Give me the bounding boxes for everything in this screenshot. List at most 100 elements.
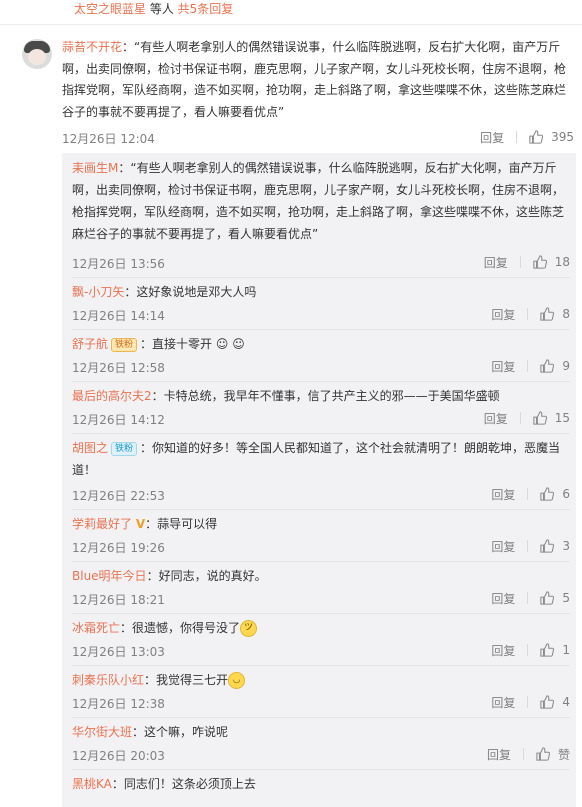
comment-time: 12月26日 12:04 (62, 132, 155, 146)
reply-time: 12月26日 12:58 (72, 361, 165, 375)
avatar-face (28, 49, 46, 65)
reply-button[interactable]: 回复 (491, 694, 515, 711)
reply-actions: 回复 4 (491, 692, 570, 712)
action-separator (519, 412, 521, 424)
divider (72, 561, 570, 562)
reply-body: 华尔街大班：这个嘛，咋说呢 (72, 721, 570, 743)
reply-body: Blue明年今日：好同志，说的真好。 (72, 565, 570, 587)
reply-button[interactable]: 回复 (484, 254, 508, 271)
reply-username[interactable]: 胡图之 (72, 441, 108, 455)
reply-button[interactable]: 回复 (480, 129, 504, 146)
reply-button[interactable]: 回复 (491, 642, 515, 659)
like-button[interactable]: 1 (540, 643, 570, 657)
like-count: 4 (562, 695, 570, 709)
reply-button[interactable]: 回复 (491, 306, 515, 323)
thumbs-up-icon (533, 411, 547, 425)
view-all-replies-link[interactable]: 共5条回复 (178, 2, 234, 16)
reply-body: 学莉最好了 V：蒜导可以得 (72, 513, 570, 535)
like-count: 9 (562, 359, 570, 373)
reply-time: 12月26日 14:12 (72, 413, 165, 427)
reply-time: 12月26日 19:26 (72, 541, 165, 555)
reply-meta: 12月26日 22:53 回复 6 (72, 484, 570, 504)
reply-user-link[interactable]: 太空之眼蓝星 (74, 2, 146, 16)
reply-text: ：蒜导可以得 (145, 517, 218, 531)
comment-meta: 12月26日 12:04 回复 395 (62, 127, 574, 147)
like-button[interactable]: 赞 (536, 746, 570, 763)
action-separator (516, 131, 518, 143)
reply-button[interactable]: 回复 (487, 746, 511, 763)
action-separator (527, 540, 529, 552)
reply-username[interactable]: 黑桃KA (72, 777, 112, 791)
reply-username[interactable]: Blue明年今日 (72, 569, 147, 583)
reply-body: 黑桃KA：同志们！这条必须顶上去 (72, 773, 570, 795)
reply-actions: 回复 18 (484, 252, 570, 272)
like-button[interactable]: 6 (540, 487, 570, 501)
like-count: 6 (562, 487, 570, 501)
reply-actions: 回复 1 (491, 640, 570, 660)
avatar[interactable] (22, 39, 52, 69)
thumbs-up-icon (533, 255, 547, 269)
fan-badge[interactable]: 铁粉 (111, 441, 138, 456)
reply-item: 胡图之 铁粉 ：你知道的好多！等全国人民都知道了，这个社会就清明了！朗朗乾坤，恶魔当… (72, 437, 570, 503)
like-count: 赞 (557, 747, 570, 762)
divider (72, 509, 570, 510)
reply-username[interactable]: 最后的高尔夫2 (72, 389, 152, 403)
like-button[interactable]: 8 (540, 307, 570, 321)
divider (72, 329, 570, 330)
like-count: 395 (551, 130, 574, 144)
reply-meta: 12月26日 13:56 回复 18 (72, 252, 570, 272)
reply-item: 黑桃KA：同志们！这条必须顶上去 (72, 773, 570, 795)
like-count: 3 (562, 539, 570, 553)
collapsed-replies-summary: 太空之眼蓝星 等人 共5条回复 (74, 2, 233, 16)
reply-item: 冰霜死亡：很遗憾，你得号没了ツ 12月26日 13:03 回复 1 (72, 617, 570, 659)
comment-body: 蒜苔不开花：“有些人啊老拿别人的偶然错误说事，什么临阵脱逃啊，反右扩大化啊，亩产… (62, 37, 574, 123)
reply-text: ：你知道的好多！等全国人民都知道了，这个社会就清明了！朗朗乾坤，恶魔当道！ (72, 441, 561, 477)
action-separator (527, 488, 529, 500)
reply-meta: 12月26日 14:14 回复 8 (72, 304, 570, 324)
reply-button[interactable]: 回复 (491, 358, 515, 375)
like-button[interactable]: 3 (540, 539, 570, 553)
divider (72, 769, 570, 770)
thumbs-up-icon (529, 130, 544, 144)
reply-item: 耒画生M：“有些人啊老拿别人的偶然错误说事，什么临阵脱逃啊，反右扩大化啊，亩产万… (72, 157, 570, 271)
like-button[interactable]: 15 (533, 411, 570, 425)
reply-item: 学莉最好了 V：蒜导可以得 12月26日 19:26 回复 3 (72, 513, 570, 555)
like-button[interactable]: 395 (529, 130, 574, 144)
reply-actions: 回复 赞 (487, 744, 570, 764)
reply-actions: 回复 15 (484, 408, 570, 428)
reply-meta: 12月26日 13:03 回复 1 (72, 640, 570, 660)
reply-username[interactable]: 耒画生M (72, 161, 118, 175)
divider (72, 381, 570, 382)
reply-username[interactable]: 学莉最好了 (72, 517, 132, 531)
reply-actions: 回复 9 (491, 356, 570, 376)
comment-username[interactable]: 蒜苔不开花 (62, 40, 122, 54)
reply-text: ：好同志，说的真好。 (146, 569, 267, 583)
like-button[interactable]: 5 (540, 591, 570, 605)
reply-body: 耒画生M：“有些人啊老拿别人的偶然错误说事，什么临阵脱逃啊，反右扩大化啊，亩产万… (72, 157, 570, 245)
thumbs-up-icon (540, 539, 555, 553)
like-button[interactable]: 9 (540, 359, 570, 373)
reply-meta: 12月26日 14:12 回复 15 (72, 408, 570, 428)
reply-username[interactable]: 刺秦乐队小红 (72, 673, 144, 687)
reply-username[interactable]: 华尔街大班 (72, 725, 132, 739)
like-button[interactable]: 4 (540, 695, 570, 709)
comment-text: ：“有些人啊老拿别人的偶然错误说事，什么临阵脱逃啊，反右扩大化啊，亩产万斤啊，出… (62, 40, 567, 119)
fan-badge[interactable]: 铁粉 (111, 337, 138, 352)
reply-username[interactable]: 冰霜死亡 (72, 621, 120, 635)
reply-button[interactable]: 回复 (491, 486, 515, 503)
reply-button[interactable]: 回复 (491, 538, 515, 555)
like-button[interactable]: 18 (533, 255, 570, 269)
reply-meta: 12月26日 20:03 回复 赞 (72, 744, 570, 764)
reply-body: 胡图之 铁粉 ：你知道的好多！等全国人民都知道了，这个社会就清明了！朗朗乾坤，恶魔当… (72, 437, 570, 481)
reply-username[interactable]: 舒子航 (72, 337, 108, 351)
thumbs-up-icon (540, 591, 555, 605)
reply-time: 12月26日 14:14 (72, 309, 165, 323)
like-count: 8 (562, 307, 570, 321)
reply-text: ：卡特总统，我早年不懂事，信了共产主义的邪——于美国华盛顿 (151, 389, 500, 403)
divider (72, 433, 570, 434)
reply-button[interactable]: 回复 (484, 410, 508, 427)
reply-button[interactable]: 回复 (491, 590, 515, 607)
action-separator (527, 360, 529, 372)
reply-username[interactable]: 飘-小刀矢 (72, 285, 124, 299)
thumbs-up-icon (540, 643, 555, 657)
